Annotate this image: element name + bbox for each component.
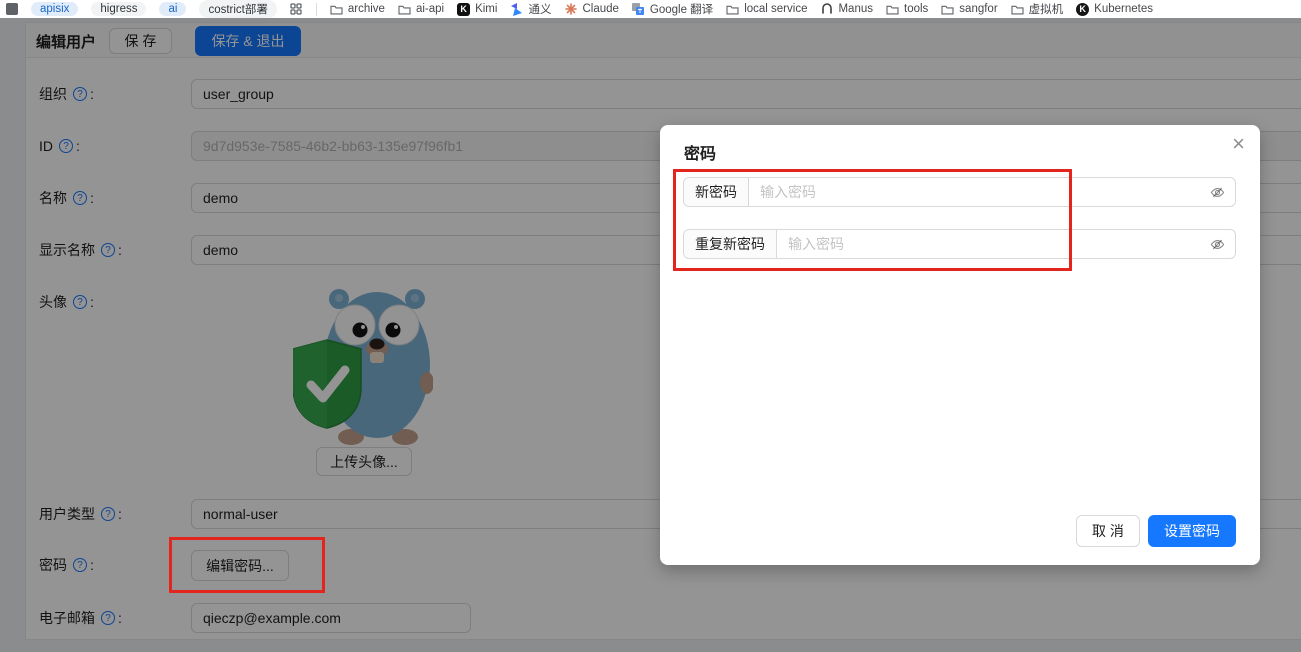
- bookmark-label: sangfor: [959, 3, 997, 15]
- repeat-password-label: 重复新密码: [684, 230, 777, 258]
- bookmark-google-translate[interactable]: Google 翻译: [632, 1, 713, 17]
- bookmark-label: Claude: [582, 3, 618, 15]
- bookmark-higress[interactable]: higress: [91, 2, 146, 16]
- bookmark-sangfor[interactable]: sangfor: [941, 3, 997, 16]
- apps-grid-icon[interactable]: [290, 3, 303, 16]
- bookmark-archive[interactable]: archive: [330, 3, 385, 16]
- folder-icon: [398, 3, 411, 16]
- folder-icon: [886, 3, 899, 16]
- folder-icon: [941, 3, 954, 16]
- close-icon[interactable]: ×: [1232, 131, 1245, 157]
- kimi-icon: K: [457, 3, 470, 16]
- bookmark-label: 虚拟机: [1029, 1, 1064, 17]
- bookmark-apisix[interactable]: apisix: [31, 2, 78, 16]
- new-password-group: 新密码: [683, 177, 1236, 207]
- bookmark-kimi[interactable]: K Kimi: [457, 3, 497, 16]
- bookmark-label: ai-api: [416, 3, 444, 15]
- folder-icon: [330, 3, 343, 16]
- bookmark-tongyi[interactable]: 通义: [510, 1, 551, 17]
- eye-invisible-icon[interactable]: [1200, 230, 1235, 258]
- kubernetes-icon: K: [1076, 3, 1089, 16]
- cancel-button[interactable]: 取 消: [1076, 515, 1140, 547]
- new-password-input[interactable]: [749, 178, 1200, 206]
- folder-icon: [726, 3, 739, 16]
- bookmark-manus[interactable]: Manus: [820, 3, 873, 16]
- claude-icon: [564, 3, 577, 16]
- eye-invisible-icon[interactable]: [1200, 178, 1235, 206]
- folder-icon: [1011, 3, 1024, 16]
- google-translate-icon: [632, 3, 645, 16]
- pinned-site-icon[interactable]: [6, 3, 18, 15]
- tongyi-icon: [510, 3, 523, 16]
- bookmark-label: archive: [348, 3, 385, 15]
- bookmark-vm[interactable]: 虚拟机: [1011, 1, 1064, 17]
- modal-footer: 取 消 设置密码: [1076, 515, 1236, 547]
- bookmark-kubernetes[interactable]: K Kubernetes: [1076, 3, 1153, 16]
- bookmark-local-service[interactable]: local service: [726, 3, 807, 16]
- bookmark-ai[interactable]: ai: [159, 2, 186, 16]
- repeat-password-group: 重复新密码: [683, 229, 1236, 259]
- password-modal: 密码 × 新密码 重复新密码 取 消 设置密码: [660, 125, 1260, 565]
- bookmark-label: Google 翻译: [650, 1, 713, 17]
- bookmark-costrict[interactable]: costrict部署: [199, 0, 276, 18]
- bookmark-label: 通义: [528, 1, 551, 17]
- bookmarks-separator: [316, 3, 317, 16]
- set-password-button[interactable]: 设置密码: [1148, 515, 1236, 547]
- bookmark-label: Manus: [838, 3, 873, 15]
- browser-bookmarks-bar: apisix higress ai costrict部署 archive ai-…: [0, 0, 1301, 18]
- new-password-label: 新密码: [684, 178, 749, 206]
- repeat-password-input[interactable]: [777, 230, 1200, 258]
- bookmark-label: Kubernetes: [1094, 3, 1153, 15]
- bookmark-label: Kimi: [475, 3, 497, 15]
- bookmark-label: tools: [904, 3, 928, 15]
- bookmark-ai-api[interactable]: ai-api: [398, 3, 444, 16]
- bookmark-label: local service: [744, 3, 807, 15]
- modal-title: 密码: [684, 140, 716, 164]
- bookmark-claude[interactable]: Claude: [564, 3, 618, 16]
- manus-icon: [820, 3, 833, 16]
- edit-user-page: 编辑用户 保 存 保存 & 退出 组织 ? : ID ? : 名称 ? : 显示…: [0, 18, 1301, 652]
- bookmark-tools[interactable]: tools: [886, 3, 928, 16]
